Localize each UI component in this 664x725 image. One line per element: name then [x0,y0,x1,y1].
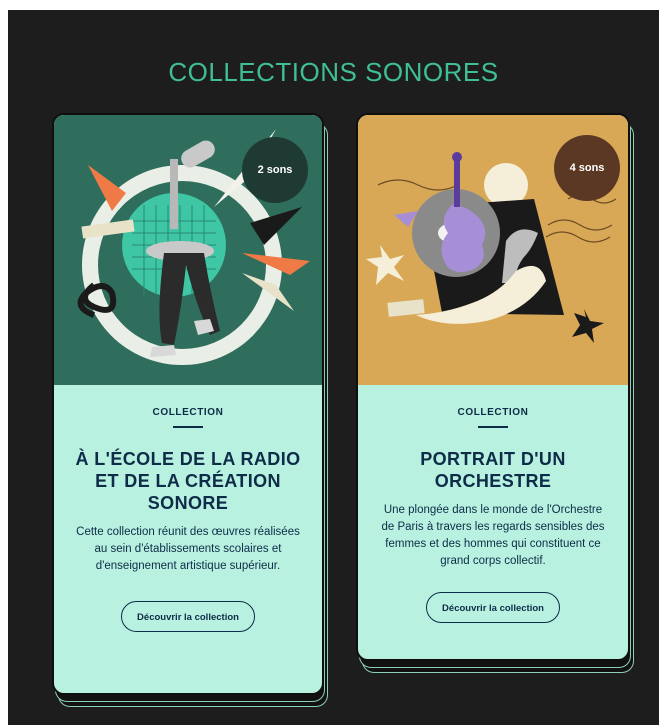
eyebrow-divider [173,426,203,428]
eyebrow-divider [478,426,508,428]
cta-wrapper: Découvrir la collection [358,592,628,623]
collection-eyebrow: COLLECTION [457,407,529,418]
collection-description: Cette collection réunit des œuvres réali… [76,526,300,572]
discover-collection-button[interactable]: Découvrir la collection [121,601,255,632]
collection-image[interactable]: 4 sons [358,115,628,385]
collection-description: Une plongée dans le monde de l'Orchestre… [381,504,605,567]
collection-card[interactable]: 2 sons COLLECTION À L'ÉCOLE DE LA RADIO … [52,113,324,695]
collection-image[interactable]: 2 sons [54,115,322,385]
section-heading: COLLECTIONS SONORES [168,57,499,88]
collection-title[interactable]: PORTRAIT D'UN ORCHESTRE [404,448,582,492]
collections-section: COLLECTIONS SONORES 2 sons COLLECTION À … [8,10,659,725]
card-content: COLLECTION PORTRAIT D'UN ORCHESTRE Une p… [358,385,628,659]
collection-card-stack-orchestra: 4 sons COLLECTION PORTRAIT D'UN ORCHESTR… [356,113,634,673]
sound-count-badge: 2 sons [242,137,308,203]
cta-wrapper: Découvrir la collection [54,601,322,632]
card-content: COLLECTION À L'ÉCOLE DE LA RADIO ET DE L… [54,385,322,693]
collection-card[interactable]: 4 sons COLLECTION PORTRAIT D'UN ORCHESTR… [356,113,630,661]
sound-count-badge: 4 sons [554,135,620,201]
collection-title[interactable]: À L'ÉCOLE DE LA RADIO ET DE LA CRÉATION … [70,448,306,514]
collection-eyebrow: COLLECTION [152,407,224,418]
collection-card-stack-radio: 2 sons COLLECTION À L'ÉCOLE DE LA RADIO … [52,113,328,707]
discover-collection-button[interactable]: Découvrir la collection [426,592,560,623]
